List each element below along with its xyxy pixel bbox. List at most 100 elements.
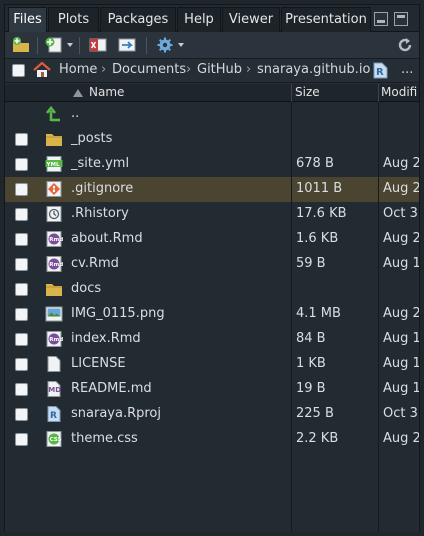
file-name-link[interactable]: theme.css [71, 431, 138, 446]
file-checkbox[interactable] [15, 433, 28, 446]
breadcrumb-github[interactable]: GitHub [197, 62, 242, 77]
file-row[interactable]: .. [5, 102, 419, 127]
gear-icon[interactable] [156, 37, 174, 53]
file-checkbox[interactable] [15, 408, 28, 421]
breadcrumb-overflow[interactable]: ... [401, 62, 413, 77]
file-modified: Aug 1 [383, 356, 419, 371]
file-row[interactable]: _posts [5, 127, 419, 152]
yml-file-icon: YML [45, 156, 63, 172]
column-header-modified[interactable]: Modifi [381, 85, 417, 99]
file-checkbox[interactable] [15, 308, 28, 321]
file-name-link[interactable]: docs [71, 281, 101, 296]
svg-text:R: R [50, 411, 57, 421]
file-name-link[interactable]: LICENSE [71, 356, 126, 371]
file-checkbox[interactable] [15, 208, 28, 221]
file-name-link[interactable]: index.Rmd [71, 331, 141, 346]
file-row[interactable]: Rmd cv.Rmd 59 B Aug 1 [5, 252, 419, 277]
files-toolbar [5, 32, 419, 59]
file-row[interactable]: .gitignore 1011 B Aug 2 [5, 177, 419, 202]
breadcrumb-current-folder[interactable]: snaraya.github.io [257, 62, 370, 77]
css-file-icon: CSS [45, 431, 63, 447]
file-name-link[interactable]: _site.yml [71, 156, 129, 171]
file-name-link[interactable]: snaraya.Rproj [71, 406, 161, 421]
file-row[interactable]: .Rhistory 17.6 KB Oct 3 [5, 202, 419, 227]
file-size: 59 B [296, 256, 326, 271]
file-name-link[interactable]: .gitignore [71, 181, 133, 196]
history-file-icon [45, 206, 63, 222]
file-name-link[interactable]: IMG_0115.png [71, 306, 165, 321]
file-modified: Aug 2 [383, 156, 419, 171]
new-file-dropdown-caret[interactable] [67, 43, 73, 47]
minimize-pane-icon[interactable] [374, 12, 388, 26]
tab-plots[interactable]: Plots [48, 7, 99, 32]
tab-viewer[interactable]: Viewer [222, 7, 280, 32]
file-row[interactable]: MD README.md 19 B Aug 1 [5, 377, 419, 402]
file-name-link[interactable]: .Rhistory [71, 206, 129, 221]
breadcrumb-home[interactable]: Home [59, 62, 97, 77]
home-icon[interactable] [33, 62, 51, 78]
sort-ascending-icon [73, 89, 83, 97]
file-checkbox[interactable] [15, 358, 28, 371]
files-pane: Files Plots Packages Help Viewer Present… [4, 4, 420, 532]
new-file-icon[interactable] [45, 37, 63, 53]
file-name-link[interactable]: cv.Rmd [71, 256, 119, 271]
rproj-file-icon: R [45, 406, 63, 422]
file-row[interactable]: YML _site.yml 678 B Aug 2 [5, 152, 419, 177]
file-list-header: Name Size Modifi [5, 84, 419, 102]
file-name-link[interactable]: about.Rmd [71, 231, 143, 246]
breadcrumb-documents[interactable]: Documents [112, 62, 186, 77]
refresh-icon[interactable] [396, 37, 414, 53]
file-checkbox[interactable] [15, 183, 28, 196]
maximize-pane-icon[interactable] [394, 12, 408, 26]
file-modified: Aug 2 [383, 431, 419, 446]
tab-help[interactable]: Help [177, 7, 221, 32]
tab-packages[interactable]: Packages [100, 7, 176, 32]
svg-text:MD: MD [48, 386, 61, 394]
toolbar-separator [79, 37, 80, 54]
file-name-link[interactable]: _posts [71, 131, 112, 146]
svg-text:Rmd: Rmd [49, 262, 63, 268]
file-checkbox[interactable] [15, 333, 28, 346]
rename-icon[interactable] [118, 37, 136, 53]
file-checkbox[interactable] [15, 258, 28, 271]
file-row[interactable]: Rsnaraya.Rproj 225 B Oct 3 [5, 402, 419, 427]
toolbar-separator [146, 37, 147, 54]
folder-icon [45, 281, 63, 297]
tab-presentation[interactable]: Presentation [281, 7, 371, 32]
file-name-link[interactable]: .. [71, 106, 79, 121]
pane-tab-bar: Files Plots Packages Help Viewer Present… [5, 5, 419, 33]
r-project-icon[interactable]: R [371, 62, 389, 79]
column-divider [291, 84, 292, 102]
breadcrumb-separator: › [101, 62, 107, 77]
file-checkbox[interactable] [15, 283, 28, 296]
file-modified: Aug 1 [383, 331, 419, 346]
file-row[interactable]: Rmd about.Rmd 1.6 KB Aug 2 [5, 227, 419, 252]
more-options-caret[interactable] [178, 43, 184, 47]
file-row[interactable]: CSS theme.css 2.2 KB Aug 2 [5, 427, 419, 452]
file-modified: Aug 2 [383, 181, 419, 196]
new-folder-icon[interactable] [12, 37, 30, 53]
file-checkbox[interactable] [15, 383, 28, 396]
select-all-checkbox[interactable] [12, 64, 25, 77]
column-divider [291, 102, 292, 532]
file-row[interactable]: docs [5, 277, 419, 302]
file-checkbox[interactable] [15, 158, 28, 171]
rmd-file-icon: Rmd [45, 256, 63, 272]
file-row[interactable]: Rmd index.Rmd 84 B Aug 1 [5, 327, 419, 352]
file-checkbox[interactable] [15, 133, 28, 146]
delete-icon[interactable] [89, 37, 107, 53]
file-checkbox[interactable] [15, 233, 28, 246]
file-size: 19 B [296, 381, 326, 396]
column-header-size[interactable]: Size [295, 85, 320, 99]
svg-text:R: R [376, 67, 384, 78]
file-size: 2.2 KB [296, 431, 339, 446]
file-list: .. _posts YML _site.yml 678 B Aug 2 .gitignore… [5, 102, 419, 532]
file-size: 1 KB [296, 356, 326, 371]
file-row[interactable]: LICENSE 1 KB Aug 1 [5, 352, 419, 377]
git-file-icon [45, 181, 63, 197]
tab-files[interactable]: Files [8, 7, 47, 33]
column-header-name[interactable]: Name [89, 85, 124, 99]
svg-text:Rmd: Rmd [49, 237, 63, 243]
file-name-link[interactable]: README.md [71, 381, 152, 396]
file-row[interactable]: IMG_0115.png 4.1 MB Aug 2 [5, 302, 419, 327]
